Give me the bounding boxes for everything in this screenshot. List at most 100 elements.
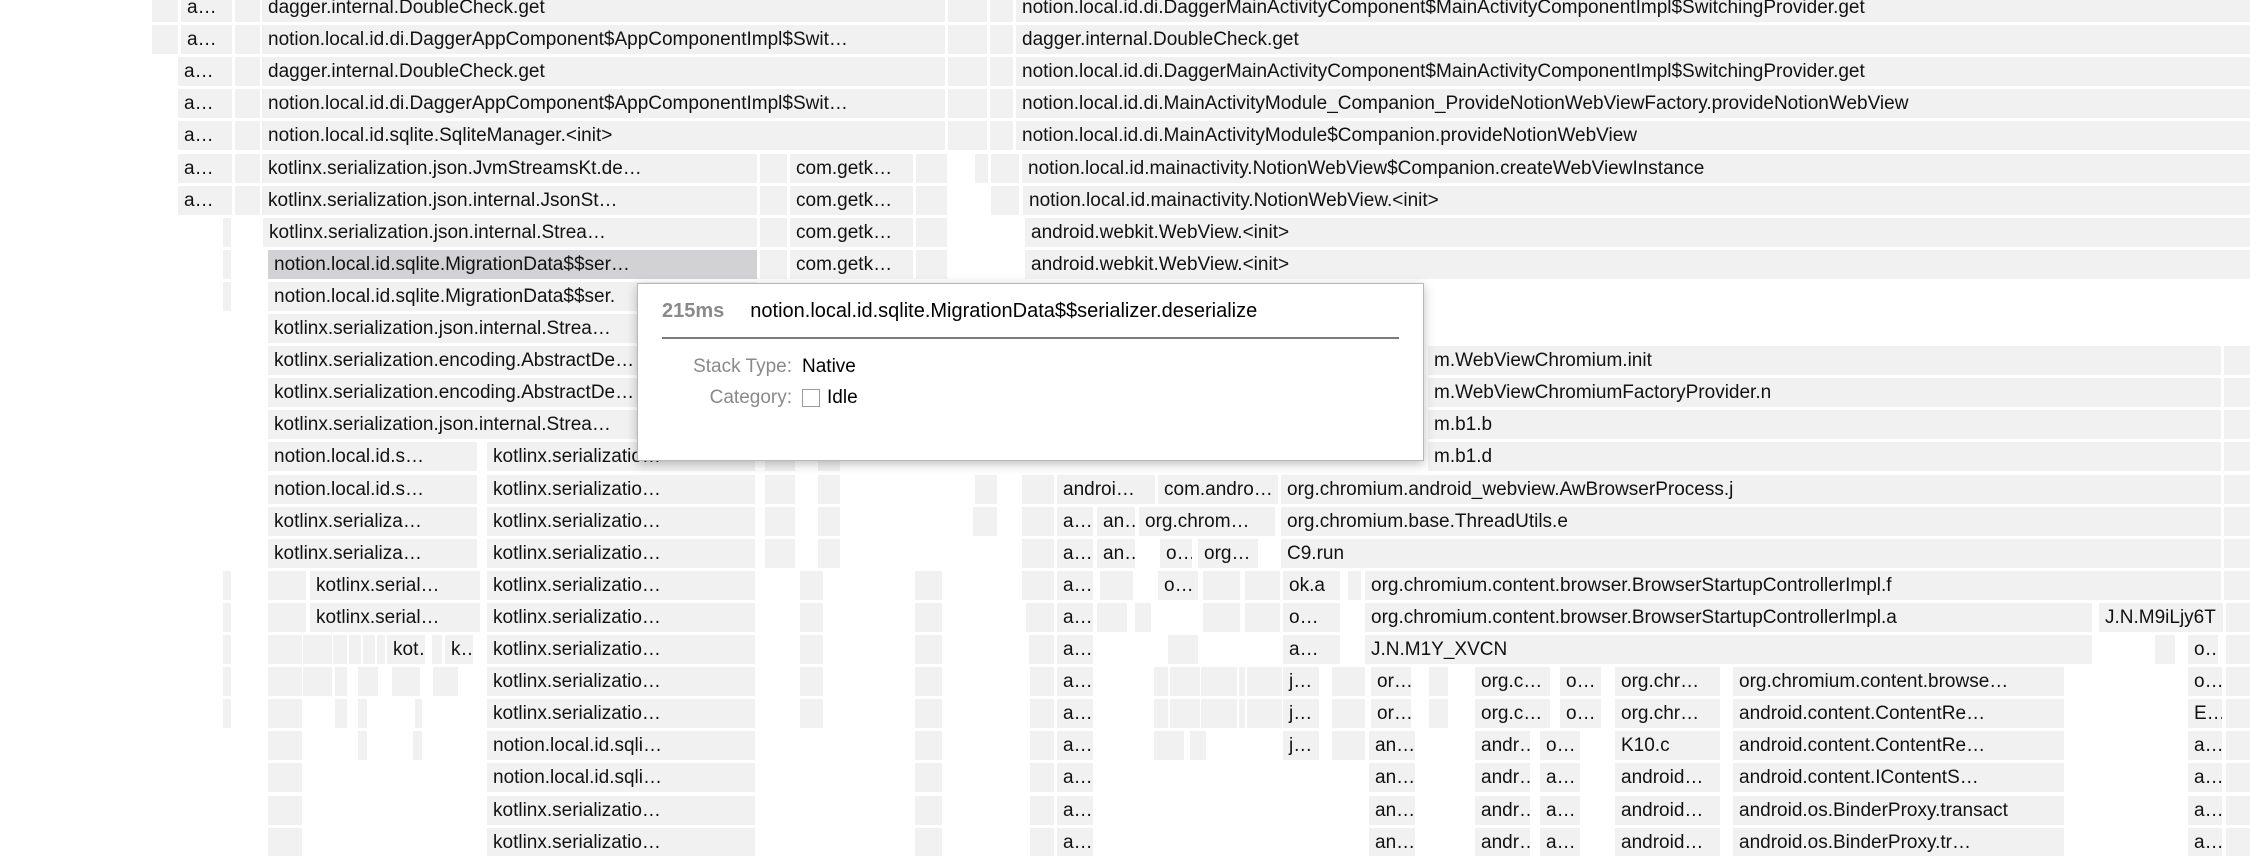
- stack-frame[interactable]: a…: [1057, 539, 1093, 568]
- stack-frame[interactable]: dagger.internal.DoubleCheck.get: [262, 0, 945, 22]
- stack-frame[interactable]: [2155, 635, 2175, 664]
- stack-frame[interactable]: [333, 635, 347, 664]
- stack-frame[interactable]: notion.local.id.sqlite.SqliteManager.<in…: [262, 121, 945, 150]
- stack-frame[interactable]: [268, 763, 302, 792]
- stack-frame[interactable]: kotlinx.serializatio…: [487, 828, 755, 856]
- stack-frame[interactable]: [152, 0, 178, 22]
- stack-frame[interactable]: an…: [1369, 763, 1415, 792]
- stack-frame[interactable]: kotlinx.serializatio…: [487, 699, 755, 728]
- stack-frame[interactable]: android.content.ContentRe…: [1733, 731, 2064, 760]
- stack-frame[interactable]: a…: [2188, 763, 2222, 792]
- stack-frame[interactable]: a…: [178, 121, 232, 150]
- stack-frame[interactable]: [1245, 571, 1280, 600]
- stack-frame[interactable]: a…: [2188, 731, 2222, 760]
- stack-frame[interactable]: [915, 635, 942, 664]
- stack-frame[interactable]: [268, 667, 302, 696]
- stack-frame[interactable]: [990, 121, 1013, 150]
- stack-frame[interactable]: [223, 635, 231, 664]
- stack-frame[interactable]: [915, 763, 942, 792]
- stack-frame[interactable]: [223, 571, 231, 600]
- stack-frame[interactable]: android.content.IContentS…: [1733, 763, 2064, 792]
- stack-frame[interactable]: an…: [1369, 828, 1415, 856]
- stack-frame[interactable]: j…: [1283, 699, 1319, 728]
- stack-frame[interactable]: j…: [1283, 731, 1319, 760]
- stack-frame[interactable]: [223, 667, 231, 696]
- stack-frame[interactable]: [1030, 763, 1054, 792]
- stack-frame[interactable]: [1100, 571, 1133, 600]
- stack-frame[interactable]: notion.local.id.di.DaggerMainActivityCom…: [1016, 0, 2250, 22]
- stack-frame[interactable]: [991, 154, 1019, 183]
- stack-frame[interactable]: a…: [1057, 699, 1093, 728]
- stack-frame[interactable]: [915, 796, 942, 825]
- stack-frame[interactable]: [973, 507, 997, 536]
- stack-frame[interactable]: notion.local.id.s…: [268, 475, 477, 504]
- stack-frame[interactable]: o…: [2188, 635, 2218, 664]
- stack-frame[interactable]: com.getk…: [790, 186, 913, 215]
- stack-frame[interactable]: [800, 667, 823, 696]
- stack-frame[interactable]: a…: [178, 154, 232, 183]
- stack-frame[interactable]: [916, 218, 947, 247]
- stack-frame[interactable]: [990, 0, 1013, 22]
- stack-frame[interactable]: [800, 635, 823, 664]
- stack-frame[interactable]: m.b1.b: [1428, 410, 2221, 439]
- stack-frame[interactable]: org.chromium.content.browse…: [1733, 667, 2064, 696]
- stack-frame[interactable]: [2226, 667, 2250, 696]
- stack-frame[interactable]: [2224, 475, 2250, 504]
- stack-frame[interactable]: kot…: [387, 635, 425, 664]
- stack-frame[interactable]: j…: [1283, 667, 1319, 696]
- stack-frame[interactable]: [2224, 410, 2250, 439]
- stack-frame[interactable]: [1030, 731, 1054, 760]
- stack-frame[interactable]: [1239, 667, 1245, 696]
- stack-frame[interactable]: [2224, 539, 2250, 568]
- stack-frame[interactable]: [268, 603, 306, 632]
- stack-frame[interactable]: o…: [2188, 667, 2222, 696]
- stack-frame[interactable]: a…: [178, 89, 232, 118]
- stack-frame[interactable]: notion.local.id.di.DaggerAppComponent$Ap…: [262, 89, 945, 118]
- stack-frame[interactable]: [268, 635, 302, 664]
- stack-frame[interactable]: androi…: [1057, 475, 1155, 504]
- stack-frame[interactable]: android…: [1615, 828, 1720, 856]
- stack-frame[interactable]: [1022, 571, 1054, 600]
- stack-frame[interactable]: kotlinx.serializatio…: [487, 539, 755, 568]
- stack-frame[interactable]: notion.local.id.mainactivity.NotionWebVi…: [1023, 186, 2250, 215]
- stack-frame[interactable]: o…: [1560, 699, 1601, 728]
- stack-frame[interactable]: a…: [1057, 763, 1093, 792]
- stack-frame[interactable]: [975, 475, 997, 504]
- stack-frame[interactable]: a…: [1057, 571, 1093, 600]
- stack-frame[interactable]: andr…: [1475, 763, 1530, 792]
- stack-frame[interactable]: m.WebViewChromiumFactoryProvider.n: [1428, 378, 2221, 407]
- stack-frame[interactable]: [2226, 699, 2250, 728]
- stack-frame[interactable]: [1203, 603, 1240, 632]
- stack-frame[interactable]: [948, 57, 987, 86]
- stack-frame[interactable]: org.chromium.content.browser.BrowserStar…: [1365, 603, 2092, 632]
- stack-chart[interactable]: a… dagger.internal.DoubleCheck.get notion.…: [0, 0, 2250, 856]
- stack-frame[interactable]: notion.local.id.sqli…: [487, 731, 755, 760]
- stack-frame[interactable]: com.getk…: [790, 154, 913, 183]
- stack-frame[interactable]: android.os.BinderProxy.transact: [1733, 796, 2064, 825]
- stack-frame[interactable]: org.chromium.content.browser.BrowserStar…: [1365, 571, 2221, 600]
- stack-frame[interactable]: [1247, 699, 1282, 728]
- stack-frame[interactable]: [235, 89, 260, 118]
- stack-frame[interactable]: notion.local.id.di.MainActivityModule$Co…: [1016, 121, 2250, 150]
- stack-frame[interactable]: [223, 282, 231, 311]
- stack-frame[interactable]: [1026, 603, 1054, 632]
- stack-frame[interactable]: [2224, 442, 2250, 471]
- stack-frame[interactable]: org.chrom…: [1139, 507, 1275, 536]
- stack-frame[interactable]: notion.local.id.di.DaggerMainActivityCom…: [1016, 57, 2250, 86]
- stack-frame[interactable]: android.webkit.WebView.<init>: [1025, 218, 2250, 247]
- stack-frame[interactable]: o…: [1540, 731, 1580, 760]
- stack-frame[interactable]: [433, 667, 458, 696]
- stack-frame[interactable]: kotlinx.serializatio…: [487, 603, 755, 632]
- stack-frame[interactable]: [1022, 539, 1054, 568]
- stack-frame[interactable]: [1135, 603, 1151, 632]
- stack-frame[interactable]: or…: [1371, 667, 1411, 696]
- stack-frame[interactable]: [765, 539, 795, 568]
- stack-frame[interactable]: [1203, 571, 1240, 600]
- stack-frame[interactable]: [2224, 378, 2250, 407]
- stack-frame[interactable]: C9.run: [1281, 539, 2221, 568]
- stack-frame[interactable]: android.os.BinderProxy.tr…: [1733, 828, 2064, 856]
- stack-frame[interactable]: [1239, 699, 1245, 728]
- stack-frame[interactable]: [358, 667, 378, 696]
- stack-frame[interactable]: [268, 731, 302, 760]
- stack-frame[interactable]: [1170, 667, 1200, 696]
